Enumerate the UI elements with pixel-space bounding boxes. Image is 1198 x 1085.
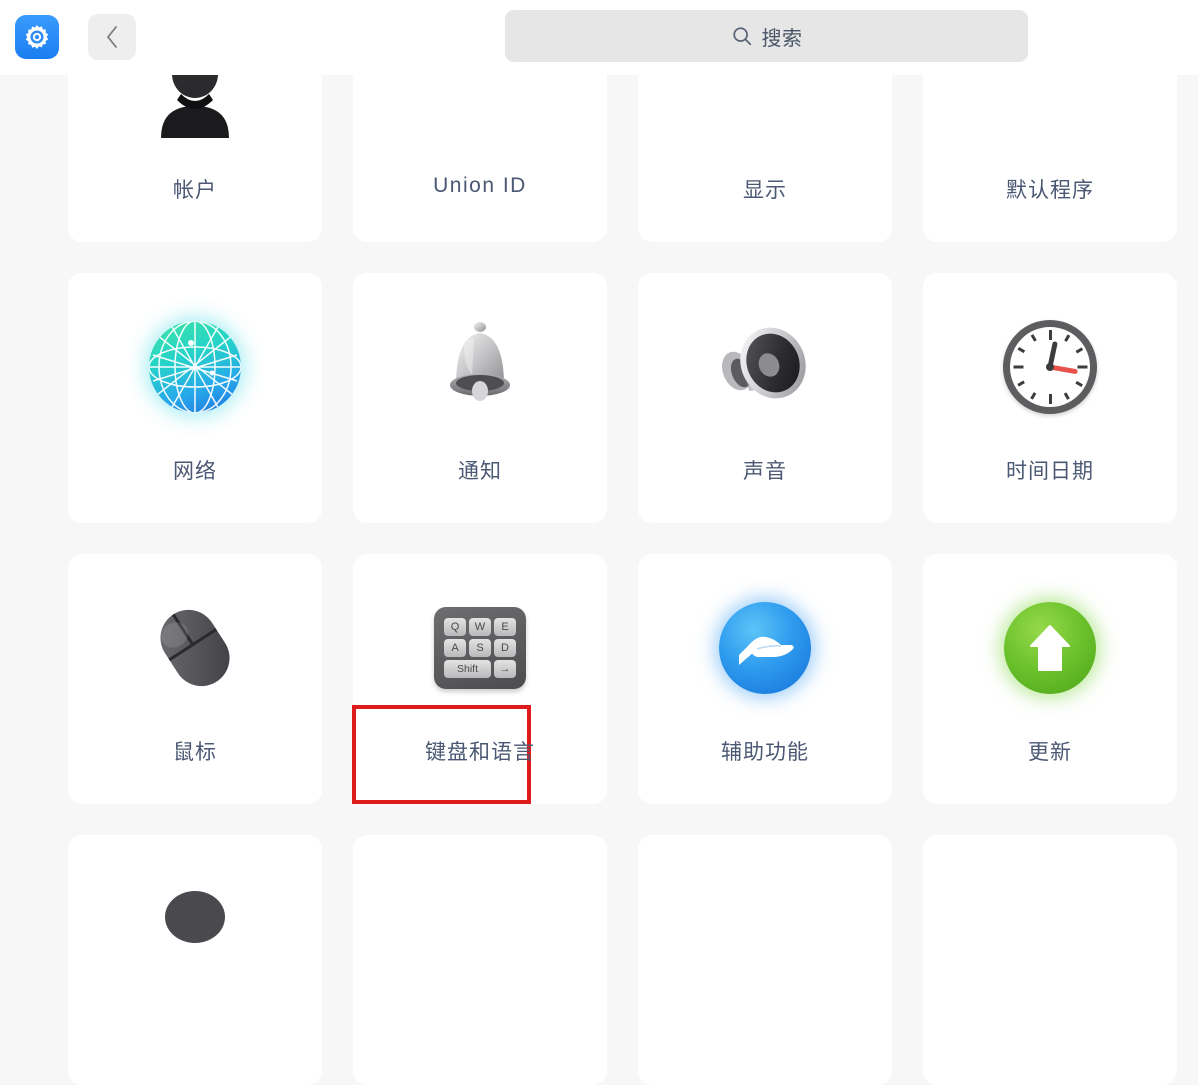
- network-globe-icon: [143, 315, 247, 419]
- settings-card-label: 更新: [1028, 741, 1072, 764]
- datetime-clock-icon: [998, 315, 1102, 419]
- titlebar: 搜索: [0, 0, 1198, 75]
- keyboard-key: S: [469, 639, 491, 657]
- chevron-left-icon: [106, 26, 117, 48]
- settings-card-label: Union ID: [433, 174, 527, 197]
- keyboard-key: D: [494, 639, 516, 657]
- keyboard-icon-row-1: Q W E: [444, 618, 516, 636]
- settings-card-label: 辅助功能: [721, 741, 809, 764]
- search-placeholder: 搜索: [761, 27, 803, 50]
- settings-card-network[interactable]: 网络: [68, 273, 322, 523]
- settings-card-notification[interactable]: 通知: [353, 273, 607, 523]
- mouse-icon: [143, 596, 247, 700]
- settings-card-mouse[interactable]: 鼠标: [68, 554, 322, 804]
- settings-card-partial[interactable]: [68, 835, 322, 1085]
- keyboard-icon-row-2: A S D: [444, 639, 516, 657]
- settings-card-label: 鼠标: [173, 741, 217, 764]
- settings-card-accessibility[interactable]: 辅助功能: [638, 554, 892, 804]
- keyboard-icon-row-3: Shift →: [444, 660, 516, 678]
- settings-card-sound[interactable]: 声音: [638, 273, 892, 523]
- settings-card-label: 帐户: [173, 179, 217, 202]
- notification-bell-icon: [428, 315, 532, 419]
- back-button[interactable]: [88, 14, 136, 60]
- search-input[interactable]: 搜索: [505, 10, 1028, 62]
- accessibility-hand-icon: [713, 596, 817, 700]
- update-arrow-icon: [998, 596, 1102, 700]
- partial-icon: [143, 877, 247, 981]
- settings-card-keyboard-and-language[interactable]: Q W E A S D Shift → 键盘和语言: [352, 554, 607, 804]
- settings-card-label: 默认程序: [1006, 179, 1094, 202]
- settings-card-datetime[interactable]: 时间日期: [923, 273, 1177, 523]
- keyboard-key-enter: →: [494, 660, 516, 678]
- settings-gear-icon: [15, 15, 59, 59]
- settings-card-label: 声音: [743, 460, 787, 483]
- keyboard-key: E: [494, 618, 516, 636]
- settings-card-partial[interactable]: [353, 835, 607, 1085]
- settings-card-label: 时间日期: [1006, 460, 1094, 483]
- keyboard-key: A: [444, 639, 466, 657]
- keyboard-icon: Q W E A S D Shift →: [428, 596, 532, 700]
- settings-card-label: 键盘和语言: [425, 741, 535, 764]
- settings-card-partial[interactable]: [638, 835, 892, 1085]
- keyboard-key-shift: Shift: [444, 660, 491, 678]
- settings-card-partial[interactable]: [923, 835, 1177, 1085]
- keyboard-key: W: [469, 618, 491, 636]
- settings-grid: 帐户 Union ID 显示 默认程序 网络 通知 声音 时间日期 鼠标 Q W…: [68, 0, 1177, 1085]
- settings-card-label: 显示: [743, 179, 787, 202]
- settings-grid-scroll-area[interactable]: 帐户 Union ID 显示 默认程序 网络 通知 声音 时间日期 鼠标 Q W…: [0, 0, 1198, 1085]
- settings-card-label: 通知: [458, 460, 502, 483]
- sound-speaker-icon: [713, 315, 817, 419]
- settings-card-update[interactable]: 更新: [923, 554, 1177, 804]
- keyboard-key: Q: [444, 618, 466, 636]
- settings-card-label: 网络: [173, 460, 217, 483]
- search-icon: [732, 27, 751, 46]
